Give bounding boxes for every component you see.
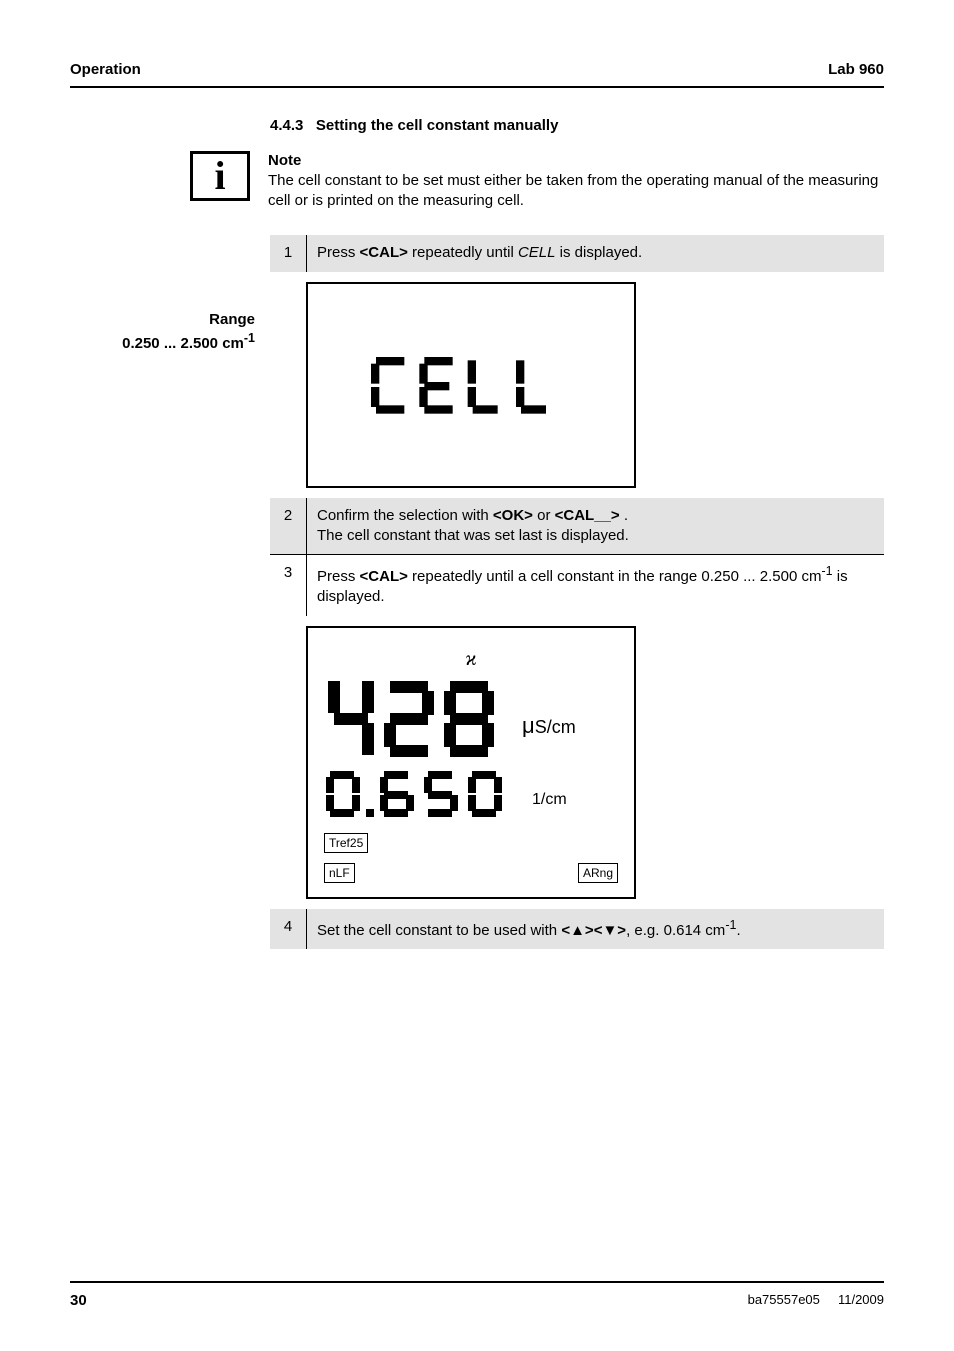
section-number: 4.4.3 [270, 117, 303, 134]
step-1-num: 1 [270, 235, 306, 271]
page-number: 30 [70, 1291, 87, 1311]
section-heading: Setting the cell constant manually [316, 117, 559, 134]
lcd-kappa-symbol: ϰ [324, 646, 618, 673]
lcd-secondary-unit: 1/cm [532, 789, 567, 825]
step-2-text: Confirm the selection with <OK> or <CAL_… [307, 498, 639, 555]
range-line1: Range [209, 311, 255, 328]
header-right: Lab 960 [828, 60, 884, 80]
lcd-main-row: μS/cm [324, 675, 618, 765]
step-1: 1 Press <CAL> repeatedly until CELL is d… [270, 235, 884, 271]
lcd-badge-tref: Tref25 [324, 833, 618, 853]
lcd-display-cell [306, 282, 636, 488]
footer-meta: ba75557e05 11/2009 [748, 1291, 884, 1311]
lcd-secondary-row: 1/cm [324, 769, 618, 825]
step-4-num: 4 [270, 909, 306, 945]
step-2-num: 2 [270, 498, 306, 534]
step-4-text: Set the cell constant to be used with <▲… [307, 909, 751, 949]
range-label: Range 0.250 ... 2.500 cm-1 [70, 310, 255, 353]
footer-rule [70, 1281, 884, 1283]
footer-row: 30 ba75557e05 11/2009 [70, 1291, 884, 1311]
header-rule [70, 86, 884, 88]
lcd-cell-text [324, 302, 618, 472]
info-icon: i [190, 151, 250, 201]
step-4: 4 Set the cell constant to be used with … [270, 909, 884, 949]
note-text: Note The cell constant to be set must ei… [268, 151, 884, 212]
step-3-num: 3 [270, 555, 306, 591]
note-label: Note [268, 151, 884, 171]
range-line2: 0.250 ... 2.500 cm-1 [122, 335, 255, 352]
main-content: 4.4.3 Setting the cell constant manually… [270, 116, 884, 949]
lcd-badge-nlf: nLF [324, 863, 355, 883]
note-body: The cell constant to be set must either … [268, 172, 878, 209]
note-block: i Note The cell constant to be set must … [270, 151, 884, 212]
header-left: Operation [70, 60, 141, 80]
step-2: 2 Confirm the selection with <OK> or <CA… [270, 498, 884, 555]
step-3-text: Press <CAL> repeatedly until a cell cons… [307, 555, 884, 616]
lcd-display-values: ϰ [306, 626, 636, 899]
lcd-badge-arng: ARng [578, 863, 618, 883]
step-3: 3 Press <CAL> repeatedly until a cell co… [270, 554, 884, 616]
lcd-main-unit: μS/cm [522, 711, 576, 765]
lcd-main-value [324, 675, 514, 765]
lcd-badge-row: nLF ARng [324, 863, 618, 883]
section-title: 4.4.3 Setting the cell constant manually [270, 116, 884, 136]
step-1-text: Press <CAL> repeatedly until CELL is dis… [307, 235, 652, 271]
page-header: Operation Lab 960 [70, 60, 884, 80]
lcd-secondary-value [324, 769, 524, 825]
page-footer: 30 ba75557e05 11/2009 [70, 1281, 884, 1311]
lcd-cell-svg [371, 347, 571, 427]
